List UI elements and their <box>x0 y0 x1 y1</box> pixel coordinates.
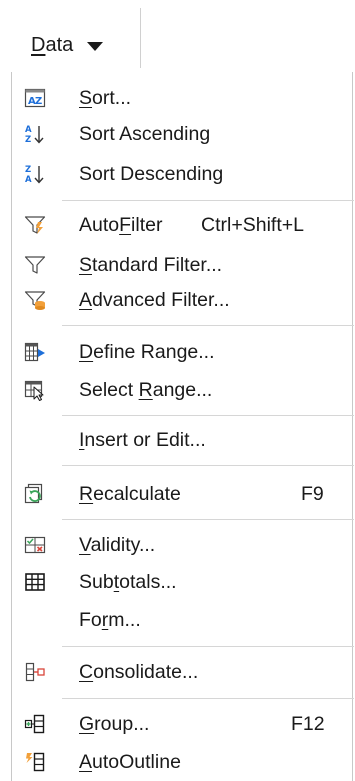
menu-item-insert-or-edit[interactable]: Insert or Edit... <box>12 424 354 456</box>
data-menu-label: Data <box>31 33 74 56</box>
sort-descending-icon: Z A <box>25 165 44 185</box>
menu-separator <box>62 519 354 520</box>
menu-separator <box>62 415 354 416</box>
menu-item-label: Advanced Filter... <box>79 289 230 311</box>
menu-item-standard-filter[interactable]: Standard Filter... <box>12 249 354 281</box>
group-icon <box>24 714 45 734</box>
menu-item-label: AutoFilter <box>79 214 163 236</box>
sort-ascending-icon: A Z <box>25 125 44 145</box>
funnel-icon <box>24 256 46 274</box>
menu-separator <box>62 200 354 201</box>
menu-item-label: Sort Ascending <box>79 123 211 145</box>
svg-text:Z: Z <box>35 96 42 107</box>
define-range-icon <box>24 342 45 362</box>
menu-item-validity[interactable]: Validity... <box>12 529 354 561</box>
menu-item-label: Define Range... <box>79 341 215 363</box>
svg-text:A: A <box>25 125 32 135</box>
svg-text:A: A <box>25 175 32 185</box>
menu-item-label: Insert or Edit... <box>79 429 206 451</box>
menu-item-label: Form... <box>79 609 141 631</box>
menu-item-subtotals[interactable]: Subtotals... <box>12 566 354 598</box>
menu-item-sort-ascending[interactable]: A Z Sort Ascending <box>12 118 354 150</box>
menu-separator <box>62 465 354 466</box>
menu-item-form[interactable]: Form... <box>12 604 354 636</box>
toolbar-separator <box>140 8 141 68</box>
autofilter-funnel-icon <box>24 216 46 234</box>
menu-item-sort-descending[interactable]: Z A Sort Descending <box>12 158 354 190</box>
menu-item-label: Select Range... <box>79 379 213 401</box>
sort-dialog-icon: A Z <box>24 88 46 108</box>
menu-item-label: Subtotals... <box>79 571 177 593</box>
menu-item-label: Consolidate... <box>79 661 199 683</box>
menu-item-autofilter[interactable]: AutoFilter Ctrl+Shift+L <box>12 209 354 241</box>
menu-item-label: Standard Filter... <box>79 254 223 276</box>
consolidate-icon <box>25 662 45 682</box>
advanced-filter-icon <box>24 291 46 310</box>
dropdown-caret-icon <box>87 41 104 51</box>
menu-item-label: Sort Descending <box>79 163 224 185</box>
data-menu-button[interactable]: Data <box>31 30 104 60</box>
subtotals-grid-icon <box>25 573 45 591</box>
menu-bar: Data <box>0 0 355 72</box>
menu-item-label: Validity... <box>79 534 156 556</box>
svg-text:Z: Z <box>25 135 31 145</box>
svg-text:Z: Z <box>25 165 31 175</box>
menu-item-label: Recalculate <box>79 483 181 505</box>
menu-item-sort[interactable]: A Z Sort... <box>12 82 354 114</box>
menu-item-label: Group... <box>79 713 150 735</box>
data-menu-dropdown: A Z Sort... A Z Sort Ascending Z A Sort … <box>11 72 354 781</box>
menu-item-advanced-filter[interactable]: Advanced Filter... <box>12 284 354 316</box>
menu-item-shortcut: Ctrl+Shift+L <box>201 214 304 236</box>
autooutline-icon <box>26 752 45 772</box>
menu-item-shortcut: F9 <box>301 483 324 505</box>
menu-item-shortcut: F12 <box>291 713 325 735</box>
recalculate-icon <box>24 483 43 504</box>
menu-item-recalculate[interactable]: Recalculate F9 <box>12 478 354 510</box>
select-range-icon <box>24 380 44 401</box>
menu-item-label: Sort... <box>79 87 132 109</box>
menu-item-consolidate[interactable]: Consolidate... <box>12 656 354 688</box>
menu-separator <box>62 698 354 699</box>
menu-item-define-range[interactable]: Define Range... <box>12 336 354 368</box>
validity-icon <box>24 536 46 554</box>
menu-separator <box>62 646 354 647</box>
menu-separator <box>62 325 354 326</box>
menu-item-autooutline[interactable]: AutoOutline <box>12 746 354 778</box>
menu-item-select-range[interactable]: Select Range... <box>12 374 354 406</box>
menu-item-group[interactable]: Group... F12 <box>12 708 354 740</box>
menu-item-label: AutoOutline <box>79 751 181 773</box>
